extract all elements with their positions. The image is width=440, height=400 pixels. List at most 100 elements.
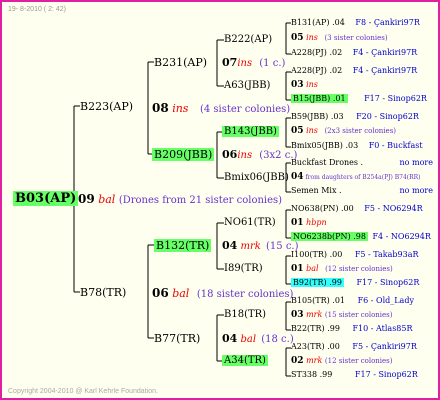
- ancestor-row: Bmix05(JBB) .03 F0 - Buckfast: [291, 141, 423, 150]
- b78-year: 06: [152, 286, 169, 300]
- ancestor-year: .02: [329, 66, 343, 75]
- mating-row: 03 mrk (15 sister colonies): [291, 310, 393, 320]
- mating-note: (12 sister colonies): [325, 265, 393, 273]
- mating-race: ins: [306, 126, 318, 135]
- mating-year: 03: [291, 310, 304, 320]
- ancestor-name: A228(PJ): [291, 66, 327, 75]
- b223-race: ins: [172, 102, 189, 115]
- ancestor-row: B105(TR) .01 F6 - Old_Lady: [291, 296, 414, 305]
- ancestor-year: .99: [319, 370, 333, 379]
- ancestor-name: B22(TR): [291, 324, 325, 333]
- ancestor-year: .99: [329, 278, 342, 287]
- mating-row: 01 bal (12 sister colonies): [291, 264, 393, 274]
- b231-breeding-info: 07ins (1 c.): [222, 56, 285, 69]
- ancestor-name: I100(TR): [291, 250, 328, 259]
- ancestor-row: A228(PJ) .02 F4 - Çankiri97R: [291, 66, 417, 75]
- b223-breeding-info: 08 ins (4 sister colonies): [152, 101, 290, 115]
- b77-year: 04: [222, 332, 238, 345]
- b209-race: ins: [237, 150, 253, 161]
- mating-note: from daughters of B254a(PJ) B74(RR): [305, 174, 421, 181]
- b77-breeding-info: 04 bal (18 c.): [222, 332, 294, 345]
- ancestor-row: B15(JBB) .01 F17 - Sinop62R: [291, 94, 427, 103]
- queen-b77: B77(TR): [154, 332, 201, 345]
- mating-row: 02 mrk (12 sister colonies): [291, 356, 393, 366]
- queen-b18: B18(TR): [224, 309, 267, 320]
- b77-race: bal: [240, 334, 257, 345]
- ancestor-name: NO6238b(PN): [293, 232, 351, 241]
- ancestor-year: .99: [327, 324, 340, 333]
- ancestor-line: F8 - Çankiri97R: [355, 18, 420, 27]
- mating-note: (3 sister colonies): [324, 34, 388, 42]
- queen-i89: I89(TR): [224, 263, 263, 274]
- queen-bmix06: Bmix06(JBB): [224, 172, 289, 183]
- root-race: bal: [98, 193, 116, 206]
- queen-b231: B231(AP): [154, 56, 208, 69]
- queen-b209: B209(JBB): [152, 148, 215, 161]
- root-year: 09: [78, 192, 95, 206]
- ancestor-name: B59(JBB): [291, 112, 329, 121]
- mating-year: 02: [291, 356, 304, 366]
- ancestor-name: B15(JBB): [293, 94, 331, 103]
- ancestor-year: .00: [341, 204, 354, 213]
- ancestor-year: .00: [329, 250, 343, 259]
- mating-row: 01 hbpn: [291, 218, 327, 228]
- ancestor-line: F4 - Çankiri97R: [352, 66, 418, 75]
- queen-b78: B78(TR): [80, 286, 127, 299]
- ancestor-line: F5 - Çankiri97R: [352, 342, 417, 351]
- ancestor-year: .02: [329, 48, 343, 57]
- ancestor-highlight: B92(TR) .99: [291, 278, 344, 287]
- ancestor-row: B59(JBB) .03 F20 - Sinop62R: [291, 112, 419, 121]
- ancestor-line: F5 - Takab93aR: [354, 250, 419, 259]
- ancestor-year: .01: [332, 94, 346, 103]
- mating-year: 01: [291, 264, 304, 274]
- mating-year: 05: [291, 126, 304, 136]
- ancestor-highlight: NO6238b(PN) .98: [291, 232, 368, 241]
- ancestor-row: NO6238b(PN) .98 F4 - NO6294R: [291, 232, 431, 241]
- b223-note: (4 sister colonies): [199, 104, 291, 115]
- ancestor-year: .04: [332, 18, 345, 27]
- report-timestamp: 19- 8-2010 ( 2: 42): [8, 6, 66, 13]
- mating-note: (15 sister colonies): [324, 311, 393, 319]
- b132-year: 04: [222, 239, 238, 252]
- ancestor-line: no more: [399, 186, 433, 195]
- copyright-footer: Copyright 2004-2010 @ Karl Kehrle Founda…: [8, 388, 158, 395]
- b231-year: 07: [222, 56, 238, 69]
- ancestor-row: I100(TR) .00 F5 - Takab93aR: [291, 250, 418, 259]
- root-queen-name: B03(AP): [13, 191, 79, 206]
- queen-b222: B222(AP): [224, 34, 273, 45]
- mating-race: mrk: [306, 310, 323, 319]
- b132-race: mrk: [240, 241, 261, 252]
- b231-race: ins: [237, 58, 253, 69]
- mating-race: ins: [306, 33, 318, 42]
- b78-breeding-info: 06 bal (18 sister colonies): [152, 286, 293, 300]
- queen-b143: B143(JBB): [222, 126, 279, 137]
- mating-year: 03: [291, 80, 304, 90]
- ancestor-line: F0 - Buckfast: [368, 141, 423, 150]
- b209-year: 06: [222, 148, 238, 161]
- ancestor-year: .00: [327, 342, 340, 351]
- mating-row: 05 ins (2x3 sister colonies): [291, 126, 396, 136]
- ancestor-name: B131(AP): [291, 18, 330, 27]
- ancestor-line: F17 - Sinop62R: [364, 94, 427, 103]
- ancestor-year: .98: [353, 232, 366, 241]
- ancestor-row: NO638(PN) .00 F5 - NO6294R: [291, 204, 423, 213]
- ancestor-line: no more: [399, 158, 433, 167]
- ancestor-line: F17 - Sinop62R: [354, 370, 418, 379]
- ancestor-name: ST338: [291, 370, 318, 379]
- ancestor-name: B105(TR): [291, 296, 330, 305]
- ancestor-line: F6 - Old_Lady: [357, 296, 414, 305]
- queen-b223: B223(AP): [80, 100, 134, 113]
- ancestor-row: B92(TR) .99 F17 - Sinop62R: [291, 278, 419, 287]
- b223-year: 08: [152, 101, 169, 115]
- ancestor-row: B131(AP) .04 F8 - Çankiri97R: [291, 18, 420, 27]
- pedigree-frame: 19- 8-2010 ( 2: 42) B03(AP) 09 bal (Dron…: [0, 0, 440, 400]
- ancestor-row: Buckfast Drones . no more: [291, 158, 435, 167]
- ancestor-name: A228(PJ): [291, 48, 327, 57]
- b77-note: (18 c.): [261, 334, 294, 345]
- queen-b132: B132(TR): [154, 239, 212, 252]
- mating-race: hbpn: [306, 218, 327, 227]
- mating-year: 04: [291, 172, 304, 182]
- ancestor-line: F20 - Sinop62R: [356, 112, 419, 121]
- mating-row: 05 ins (3 sister colonies): [291, 33, 388, 43]
- ancestor-line: F4 - Çankiri97R: [352, 48, 418, 57]
